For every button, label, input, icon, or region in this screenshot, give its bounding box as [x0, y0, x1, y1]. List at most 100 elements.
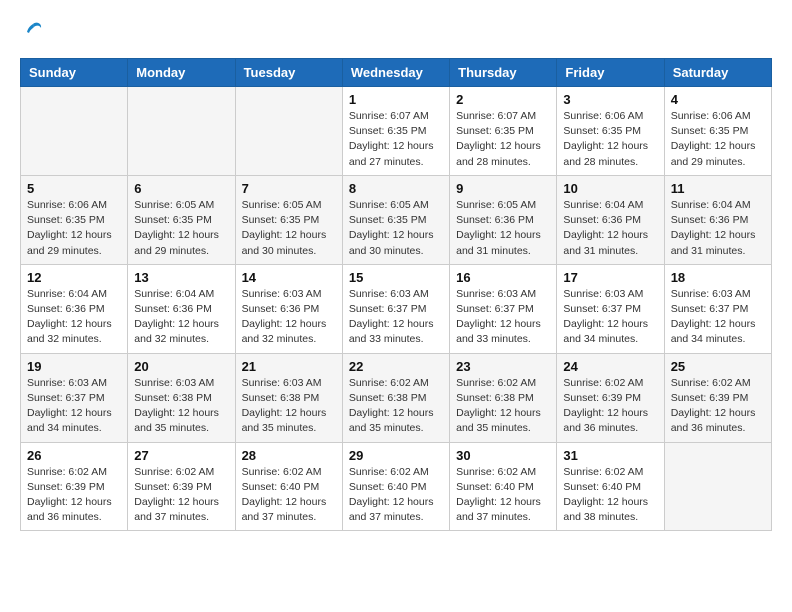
day-number: 14 — [242, 270, 336, 285]
day-info: Sunrise: 6:07 AMSunset: 6:35 PMDaylight:… — [349, 109, 443, 170]
calendar-day-cell: 21 Sunrise: 6:03 AMSunset: 6:38 PMDayligh… — [235, 353, 342, 442]
calendar-day-cell: 18Sunrise: 6:03 AMSunset: 6:37 PMDayligh… — [664, 264, 771, 353]
calendar-day-cell: 8 Sunrise: 6:05 AMSunset: 6:35 PMDaylight… — [342, 175, 449, 264]
day-info: Sunrise: 6:03 AMSunset: 6:38 PMDaylight:… — [134, 376, 228, 437]
day-info: Sunrise: 6:03 AMSunset: 6:37 PMDaylight:… — [27, 376, 121, 437]
day-info: Sunrise: 6:02 AMSunset: 6:39 PMDaylight:… — [563, 376, 657, 437]
page-header — [20, 20, 772, 42]
day-number: 2 — [456, 92, 550, 107]
calendar-day-cell: 13 Sunrise: 6:04 AMSunset: 6:36 PMDayligh… — [128, 264, 235, 353]
day-info: Sunrise: 6:03 AMSunset: 6:37 PMDaylight:… — [671, 287, 765, 348]
day-number: 9 — [456, 181, 550, 196]
day-info: Sunrise: 6:06 AMSunset: 6:35 PMDaylight:… — [563, 109, 657, 170]
day-info: Sunrise: 6:02 AMSunset: 6:39 PMDaylight:… — [671, 376, 765, 437]
calendar-day-cell: 6 Sunrise: 6:05 AMSunset: 6:35 PMDaylight… — [128, 175, 235, 264]
calendar-day-cell — [128, 87, 235, 176]
calendar-day-cell: 26Sunrise: 6:02 AMSunset: 6:39 PMDayligh… — [21, 442, 128, 531]
day-info: Sunrise: 6:02 AMSunset: 6:39 PMDaylight:… — [27, 465, 121, 526]
day-number: 11 — [671, 181, 765, 196]
calendar-header-row: SundayMondayTuesdayWednesdayThursdayFrid… — [21, 59, 772, 87]
day-number: 20 — [134, 359, 228, 374]
calendar-day-cell: 11 Sunrise: 6:04 AMSunset: 6:36 PMDayligh… — [664, 175, 771, 264]
calendar-day-cell — [235, 87, 342, 176]
calendar-day-cell: 29 Sunrise: 6:02 AMSunset: 6:40 PMDayligh… — [342, 442, 449, 531]
day-info: Sunrise: 6:02 AMSunset: 6:38 PMDaylight:… — [349, 376, 443, 437]
day-info: Sunrise: 6:02 AMSunset: 6:40 PMDaylight:… — [563, 465, 657, 526]
day-info: Sunrise: 6:06 AMSunset: 6:35 PMDaylight:… — [27, 198, 121, 259]
day-number: 5 — [27, 181, 121, 196]
day-info: Sunrise: 6:05 AMSunset: 6:36 PMDaylight:… — [456, 198, 550, 259]
day-number: 8 — [349, 181, 443, 196]
calendar-day-cell: 19 Sunrise: 6:03 AMSunset: 6:37 PMDayligh… — [21, 353, 128, 442]
calendar-day-cell: 12Sunrise: 6:04 AMSunset: 6:36 PMDayligh… — [21, 264, 128, 353]
calendar-day-cell: 14Sunrise: 6:03 AMSunset: 6:36 PMDayligh… — [235, 264, 342, 353]
calendar-week-row: 5 Sunrise: 6:06 AMSunset: 6:35 PMDaylight… — [21, 175, 772, 264]
calendar-day-cell: 17 Sunrise: 6:03 AMSunset: 6:37 PMDayligh… — [557, 264, 664, 353]
day-number: 1 — [349, 92, 443, 107]
calendar-day-cell: 30 Sunrise: 6:02 AMSunset: 6:40 PMDayligh… — [450, 442, 557, 531]
day-number: 3 — [563, 92, 657, 107]
calendar-day-cell: 24 Sunrise: 6:02 AMSunset: 6:39 PMDayligh… — [557, 353, 664, 442]
day-info: Sunrise: 6:06 AMSunset: 6:35 PMDaylight:… — [671, 109, 765, 170]
day-number: 31 — [563, 448, 657, 463]
calendar-table: SundayMondayTuesdayWednesdayThursdayFrid… — [20, 58, 772, 531]
day-number: 29 — [349, 448, 443, 463]
logo-bird-icon — [22, 20, 44, 42]
day-number: 24 — [563, 359, 657, 374]
calendar-day-cell: 5 Sunrise: 6:06 AMSunset: 6:35 PMDaylight… — [21, 175, 128, 264]
day-number: 16 — [456, 270, 550, 285]
calendar-day-cell: 16 Sunrise: 6:03 AMSunset: 6:37 PMDayligh… — [450, 264, 557, 353]
calendar-day-header: Friday — [557, 59, 664, 87]
calendar-day-header: Sunday — [21, 59, 128, 87]
day-info: Sunrise: 6:02 AMSunset: 6:40 PMDaylight:… — [456, 465, 550, 526]
calendar-day-cell: 2 Sunrise: 6:07 AMSunset: 6:35 PMDaylight… — [450, 87, 557, 176]
day-number: 21 — [242, 359, 336, 374]
day-number: 17 — [563, 270, 657, 285]
calendar-day-header: Tuesday — [235, 59, 342, 87]
calendar-week-row: 1 Sunrise: 6:07 AMSunset: 6:35 PMDaylight… — [21, 87, 772, 176]
day-number: 27 — [134, 448, 228, 463]
calendar-week-row: 26Sunrise: 6:02 AMSunset: 6:39 PMDayligh… — [21, 442, 772, 531]
calendar-day-cell: 27 Sunrise: 6:02 AMSunset: 6:39 PMDayligh… — [128, 442, 235, 531]
calendar-week-row: 19 Sunrise: 6:03 AMSunset: 6:37 PMDayligh… — [21, 353, 772, 442]
calendar-day-cell: 4 Sunrise: 6:06 AMSunset: 6:35 PMDaylight… — [664, 87, 771, 176]
day-number: 7 — [242, 181, 336, 196]
logo — [20, 20, 44, 42]
day-number: 30 — [456, 448, 550, 463]
day-info: Sunrise: 6:03 AMSunset: 6:37 PMDaylight:… — [456, 287, 550, 348]
calendar-day-header: Thursday — [450, 59, 557, 87]
calendar-day-cell: 9 Sunrise: 6:05 AMSunset: 6:36 PMDaylight… — [450, 175, 557, 264]
day-info: Sunrise: 6:03 AMSunset: 6:37 PMDaylight:… — [563, 287, 657, 348]
calendar-day-cell: 22 Sunrise: 6:02 AMSunset: 6:38 PMDayligh… — [342, 353, 449, 442]
day-info: Sunrise: 6:02 AMSunset: 6:40 PMDaylight:… — [349, 465, 443, 526]
day-info: Sunrise: 6:04 AMSunset: 6:36 PMDaylight:… — [134, 287, 228, 348]
day-info: Sunrise: 6:05 AMSunset: 6:35 PMDaylight:… — [134, 198, 228, 259]
day-number: 22 — [349, 359, 443, 374]
calendar-day-cell: 10Sunrise: 6:04 AMSunset: 6:36 PMDayligh… — [557, 175, 664, 264]
calendar-day-cell: 1 Sunrise: 6:07 AMSunset: 6:35 PMDaylight… — [342, 87, 449, 176]
day-info: Sunrise: 6:03 AMSunset: 6:38 PMDaylight:… — [242, 376, 336, 437]
day-number: 15 — [349, 270, 443, 285]
calendar-day-header: Saturday — [664, 59, 771, 87]
day-info: Sunrise: 6:02 AMSunset: 6:38 PMDaylight:… — [456, 376, 550, 437]
day-number: 19 — [27, 359, 121, 374]
calendar-day-cell: 20 Sunrise: 6:03 AMSunset: 6:38 PMDayligh… — [128, 353, 235, 442]
day-info: Sunrise: 6:05 AMSunset: 6:35 PMDaylight:… — [242, 198, 336, 259]
day-number: 13 — [134, 270, 228, 285]
day-info: Sunrise: 6:02 AMSunset: 6:39 PMDaylight:… — [134, 465, 228, 526]
calendar-day-cell: 25Sunrise: 6:02 AMSunset: 6:39 PMDayligh… — [664, 353, 771, 442]
calendar-day-cell: 28Sunrise: 6:02 AMSunset: 6:40 PMDayligh… — [235, 442, 342, 531]
day-number: 28 — [242, 448, 336, 463]
day-info: Sunrise: 6:04 AMSunset: 6:36 PMDaylight:… — [27, 287, 121, 348]
day-info: Sunrise: 6:05 AMSunset: 6:35 PMDaylight:… — [349, 198, 443, 259]
day-number: 6 — [134, 181, 228, 196]
calendar-day-cell — [664, 442, 771, 531]
calendar-day-cell: 3 Sunrise: 6:06 AMSunset: 6:35 PMDaylight… — [557, 87, 664, 176]
calendar-day-cell: 31 Sunrise: 6:02 AMSunset: 6:40 PMDayligh… — [557, 442, 664, 531]
calendar-day-cell: 15Sunrise: 6:03 AMSunset: 6:37 PMDayligh… — [342, 264, 449, 353]
day-info: Sunrise: 6:04 AMSunset: 6:36 PMDaylight:… — [671, 198, 765, 259]
calendar-day-cell: 23Sunrise: 6:02 AMSunset: 6:38 PMDayligh… — [450, 353, 557, 442]
calendar-day-header: Wednesday — [342, 59, 449, 87]
day-number: 4 — [671, 92, 765, 107]
day-info: Sunrise: 6:07 AMSunset: 6:35 PMDaylight:… — [456, 109, 550, 170]
